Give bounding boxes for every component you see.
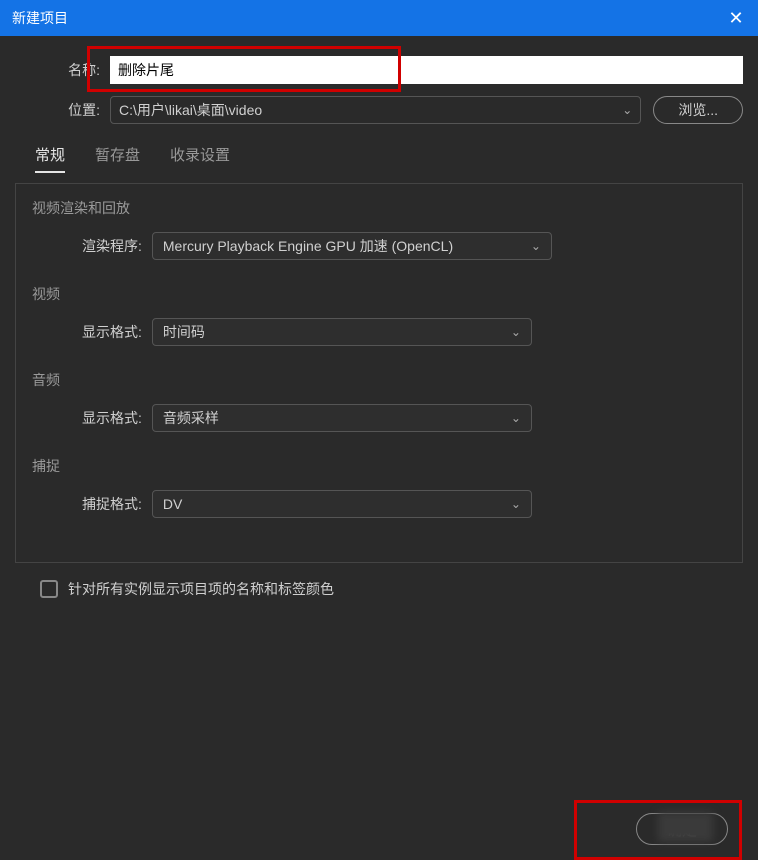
capture-format-label: 捕捉格式: [82, 494, 142, 514]
location-label: 位置: [15, 100, 110, 120]
ok-button[interactable]: 确定 [636, 813, 728, 845]
tab-general[interactable]: 常规 [35, 144, 65, 173]
close-button[interactable]: ✕ [726, 8, 746, 28]
footer: 确定 [636, 813, 728, 845]
chevron-down-icon: ⌄ [511, 497, 521, 511]
audio-format-value: 音频采样 [163, 408, 219, 428]
render-label: 渲染程序: [82, 236, 142, 256]
tab-ingest[interactable]: 收录设置 [170, 144, 230, 173]
render-dropdown[interactable]: Mercury Playback Engine GPU 加速 (OpenCL) … [152, 232, 552, 260]
browse-button[interactable]: 浏览... [653, 96, 743, 124]
name-input[interactable] [110, 56, 743, 84]
dialog-content: 名称: 位置: C:\用户\likai\桌面\video ⌄ 浏览... 常规 … [0, 36, 758, 609]
chevron-down-icon: ⌄ [531, 239, 541, 253]
chevron-down-icon: ⌄ [511, 411, 521, 425]
titlebar: 新建项目 ✕ [0, 0, 758, 36]
location-value: C:\用户\likai\桌面\video [119, 100, 262, 120]
chevron-down-icon: ⌄ [511, 325, 521, 339]
location-row: 位置: C:\用户\likai\桌面\video ⌄ 浏览... [15, 96, 743, 124]
general-panel: 视频渲染和回放 渲染程序: Mercury Playback Engine GP… [15, 183, 743, 563]
window-title: 新建项目 [12, 8, 68, 28]
section-capture-title: 捕捉 [32, 456, 726, 476]
section-video: 视频 显示格式: 时间码 ⌄ [32, 284, 726, 346]
tab-scratch[interactable]: 暂存盘 [95, 144, 140, 173]
close-icon: ✕ [728, 8, 743, 29]
section-audio: 音频 显示格式: 音频采样 ⌄ [32, 370, 726, 432]
section-capture: 捕捉 捕捉格式: DV ⌄ [32, 456, 726, 518]
video-format-value: 时间码 [163, 322, 205, 342]
checkbox-row: 针对所有实例显示项目项的名称和标签颜色 [40, 579, 743, 599]
audio-format-label: 显示格式: [82, 408, 142, 428]
section-render-title: 视频渲染和回放 [32, 198, 726, 218]
instances-checkbox[interactable] [40, 580, 58, 598]
checkbox-label: 针对所有实例显示项目项的名称和标签颜色 [68, 579, 334, 599]
name-row: 名称: [15, 56, 743, 84]
capture-format-value: DV [163, 496, 182, 512]
section-render: 视频渲染和回放 渲染程序: Mercury Playback Engine GP… [32, 198, 726, 260]
location-select[interactable]: C:\用户\likai\桌面\video ⌄ [110, 96, 641, 124]
tabs: 常规 暂存盘 收录设置 [35, 144, 743, 173]
render-value: Mercury Playback Engine GPU 加速 (OpenCL) [163, 236, 453, 256]
video-format-label: 显示格式: [82, 322, 142, 342]
audio-format-dropdown[interactable]: 音频采样 ⌄ [152, 404, 532, 432]
section-audio-title: 音频 [32, 370, 726, 390]
video-format-dropdown[interactable]: 时间码 ⌄ [152, 318, 532, 346]
section-video-title: 视频 [32, 284, 726, 304]
name-label: 名称: [15, 60, 110, 80]
chevron-down-icon: ⌄ [622, 103, 632, 117]
capture-format-dropdown[interactable]: DV ⌄ [152, 490, 532, 518]
